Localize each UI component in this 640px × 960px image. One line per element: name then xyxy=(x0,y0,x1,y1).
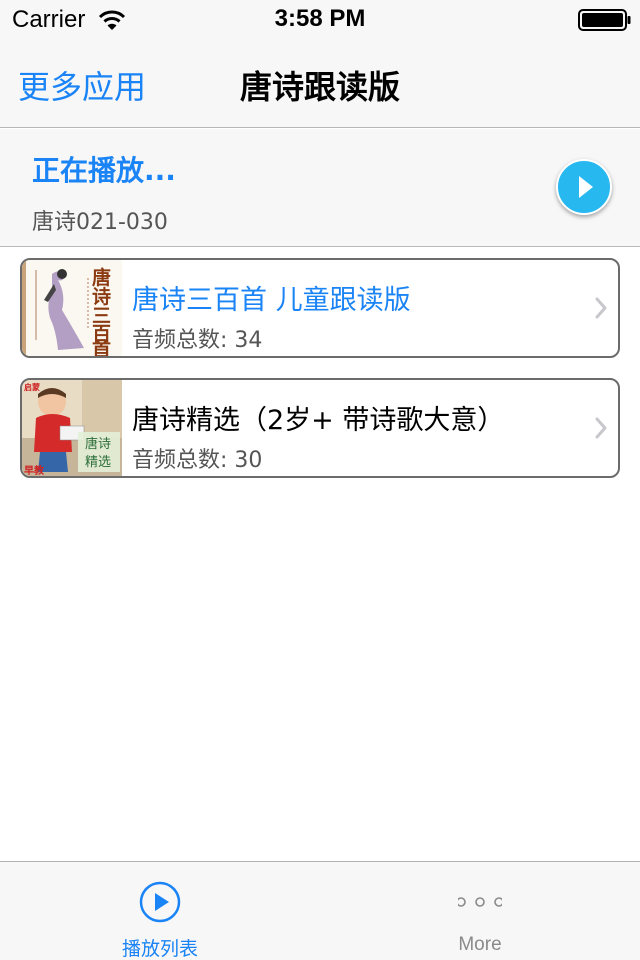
now-playing-panel[interactable]: 正在播放... 唐诗021-030 xyxy=(0,129,640,247)
album-cover-tangshi-300: 唐 诗 三 百 首 xyxy=(22,260,122,356)
now-playing-label: 正在播放... xyxy=(32,154,176,187)
chevron-right-icon xyxy=(595,297,607,319)
status-bar: Carrier 3:58 PM xyxy=(0,0,640,40)
cover-text: 精选 xyxy=(85,455,111,470)
list-item-audio-count: 音频总数: 30 xyxy=(132,448,263,473)
tab-label: 播放列表 xyxy=(121,938,198,960)
play-button[interactable] xyxy=(556,159,612,215)
tab-playlist[interactable]: 播放列表 xyxy=(0,862,320,960)
play-circle-icon xyxy=(139,881,181,923)
list-item[interactable]: 唐 诗 三 百 首 唐诗三百首 儿童跟读版 音频总数: 34 xyxy=(20,258,620,358)
status-time: 3:58 PM xyxy=(274,5,366,32)
tab-bar: 播放列表 More xyxy=(0,861,640,960)
cover-text: 早教 xyxy=(24,464,45,476)
more-dots-icon xyxy=(458,897,502,907)
page-title: 唐诗跟读版 xyxy=(239,68,400,106)
list-item-title: 唐诗精选（2岁+ 带诗歌大意） xyxy=(132,405,505,436)
navigation-bar: 更多应用 唐诗跟读版 xyxy=(0,40,640,128)
list-item[interactable]: 启蒙 唐诗 精选 早教 唐诗精选（2岁+ 带诗歌大意） 音频总数: 30 xyxy=(20,378,620,478)
play-icon xyxy=(579,176,593,198)
tab-label: More xyxy=(458,934,502,955)
list-item-title: 唐诗三百首 儿童跟读版 xyxy=(132,285,411,316)
list-item-audio-count: 音频总数: 34 xyxy=(132,328,263,353)
cover-text: 唐诗 xyxy=(85,436,111,452)
tab-more[interactable]: More xyxy=(320,862,640,960)
chevron-right-icon xyxy=(595,417,607,439)
cover-text: 首 xyxy=(92,338,111,356)
album-cover-tangshi-selected: 启蒙 唐诗 精选 早教 xyxy=(22,380,122,476)
battery-icon xyxy=(578,9,631,31)
now-playing-track: 唐诗021-030 xyxy=(32,210,168,235)
cover-text: 启蒙 xyxy=(24,382,40,392)
